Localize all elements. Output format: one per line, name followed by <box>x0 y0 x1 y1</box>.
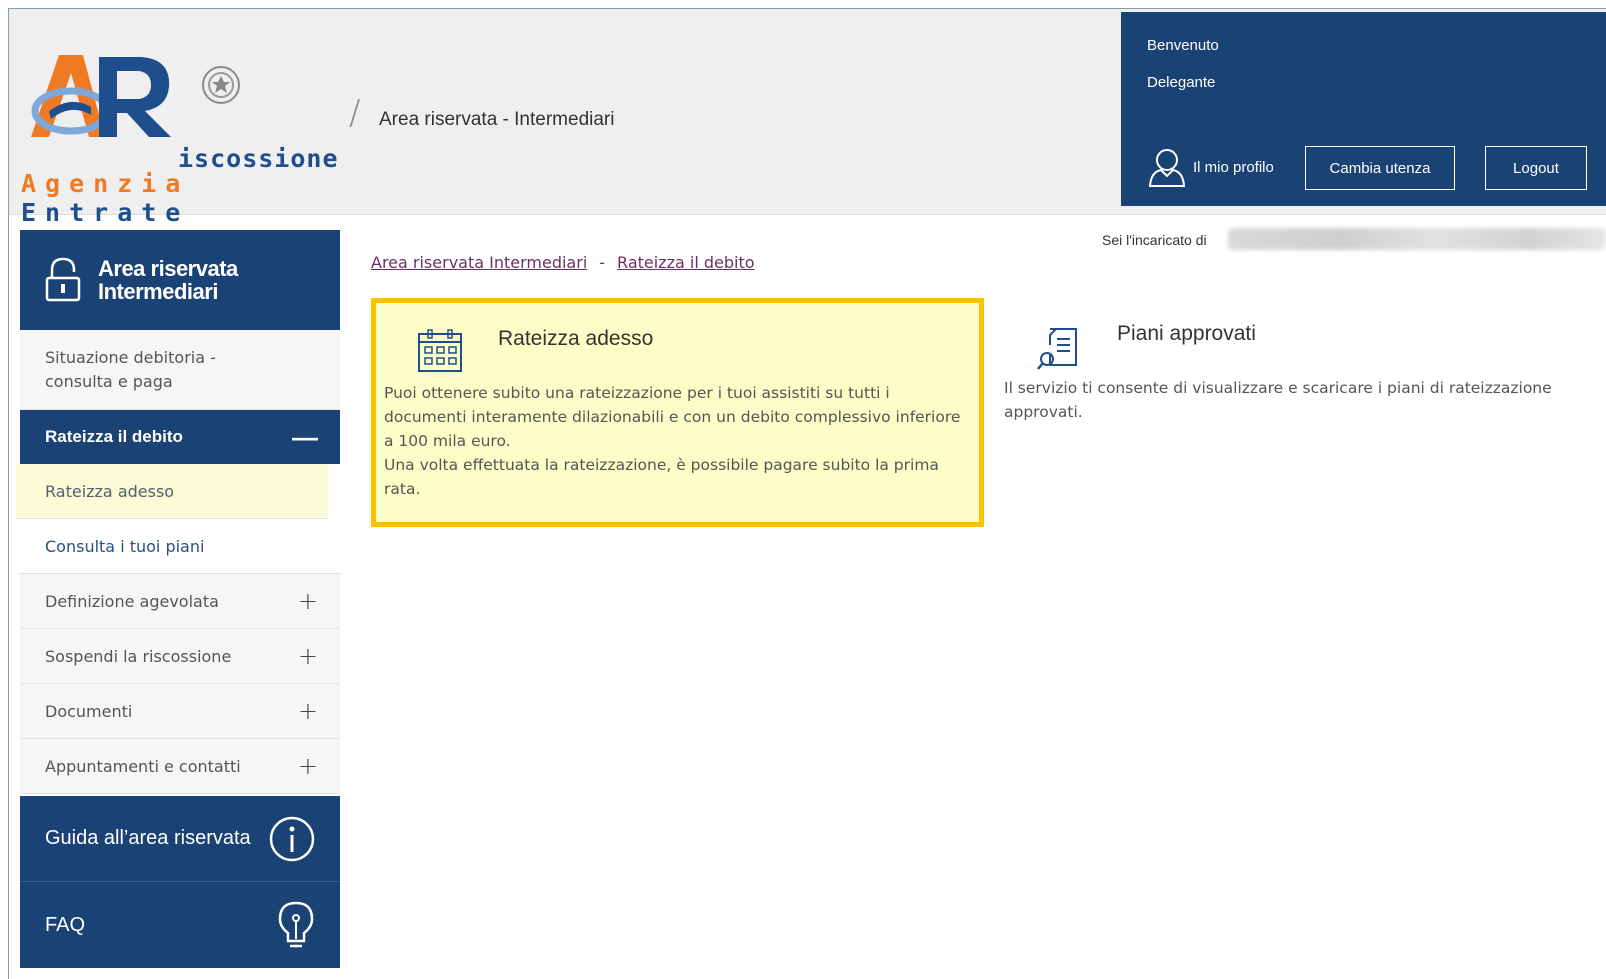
sidebar-faq-link[interactable]: FAQ <box>20 882 340 968</box>
lightbulb-icon <box>278 901 314 948</box>
redacted-assigned-value <box>1228 228 1606 250</box>
sidebar-title-line2: Intermediari <box>98 279 218 304</box>
my-profile-link[interactable]: Il mio profilo <box>1147 146 1274 188</box>
card-title[interactable]: Rateizza adesso <box>498 327 653 351</box>
my-profile-label: Il mio profilo <box>1193 158 1274 176</box>
sidebar-item-rateizza-debito[interactable]: Rateizza il debito — <box>20 410 340 464</box>
ader-logo[interactable]: iscossione Agenzia Entrate <box>21 45 341 227</box>
sidebar-item-documenti[interactable]: Documenti + <box>20 684 340 739</box>
sidebar-item-label: Documenti <box>45 701 133 721</box>
expand-icon[interactable]: + <box>298 642 318 670</box>
sidebar-title: Area riservata Intermediari <box>98 257 238 303</box>
user-icon <box>1148 149 1186 187</box>
logo-text-agenzia-entrate: Agenzia Entrate <box>21 169 341 227</box>
sidebar-guide-label: Guida all’area riservata <box>45 827 251 849</box>
sidebar-item-label-line1: Situazione debitoria - <box>45 347 216 367</box>
user-role: Delegante <box>1147 74 1216 91</box>
sidebar-item-label: Definizione agevolata <box>45 591 219 611</box>
sidebar-item-label: Sospendi la riscossione <box>45 646 232 666</box>
sidebar-item-label: Consulta i tuoi piani <box>45 536 205 556</box>
expand-icon[interactable]: + <box>298 752 318 780</box>
card-description-line: approvati. <box>1004 403 1083 421</box>
document-search-icon <box>1037 328 1077 370</box>
breadcrumb-link-home[interactable]: Area riservata Intermediari <box>371 253 587 272</box>
card-description-line: documenti interamente dilazionabili e co… <box>384 408 961 426</box>
logout-button[interactable]: Logout <box>1485 146 1587 190</box>
card-description-line: Il servizio ti consente di visualizzare … <box>1004 379 1552 397</box>
sidebar-item-definizione-agevolata[interactable]: Definizione agevolata + <box>20 574 340 629</box>
logo-text-entrate: Entrate <box>21 198 190 227</box>
expand-icon[interactable]: + <box>298 587 318 615</box>
breadcrumb-link-current[interactable]: Rateizza il debito <box>617 253 754 272</box>
logo-text-agenzia: Agenzia <box>21 169 190 198</box>
lock-icon <box>45 257 81 302</box>
expand-icon[interactable]: + <box>298 697 318 725</box>
sidebar-item-label: Situazione debitoria - consulta e paga <box>45 346 216 394</box>
sidebar-item-sospendi-riscossione[interactable]: Sospendi la riscossione + <box>20 629 340 684</box>
switch-user-button[interactable]: Cambia utenza <box>1305 146 1455 190</box>
card-description-line: rata. <box>384 480 421 498</box>
title-separator: / <box>349 93 361 133</box>
sidebar-subitem-consulta-piani[interactable]: Consulta i tuoi piani <box>20 519 340 574</box>
card-title[interactable]: Piani approvati <box>1117 322 1256 346</box>
sidebar-header[interactable]: Area riservata Intermediari <box>20 230 340 330</box>
card-description: Il servizio ti consente di visualizzare … <box>1004 376 1594 424</box>
sidebar-subitem-rateizza-adesso[interactable]: Rateizza adesso <box>16 464 328 519</box>
card-description-line: Una volta effettuata la rateizzazione, è… <box>384 456 939 474</box>
breadcrumb-separator: - <box>599 253 606 272</box>
welcome-text: Benvenuto <box>1147 37 1219 54</box>
sidebar: Area riservata Intermediari Situazione d… <box>16 230 340 968</box>
card-description-line: a 100 mila euro. <box>384 432 511 450</box>
sidebar-item-label: Rateizza adesso <box>45 481 175 501</box>
page-area-title: Area riservata - Intermediari <box>379 109 615 130</box>
card-description: Puoi ottenere subito una rateizzazione p… <box>384 381 984 501</box>
user-panel: Benvenuto Delegante Il mio profilo Cambi… <box>1121 12 1606 206</box>
assigned-label: Sei l'incaricato di <box>1102 232 1207 248</box>
sidebar-title-line1: Area riservata <box>98 256 238 281</box>
breadcrumb: Area riservata Intermediari - Rateizza i… <box>371 253 755 272</box>
sidebar-item-label: Appuntamenti e contatti <box>45 756 241 776</box>
card-rateizza-adesso[interactable]: Rateizza adesso Puoi ottenere subito una… <box>371 298 984 527</box>
sidebar-item-label-line2: consulta e paga <box>45 371 173 391</box>
sidebar-item-label: Rateizza il debito <box>45 427 183 446</box>
sidebar-item-appuntamenti-contatti[interactable]: Appuntamenti e contatti + <box>20 739 340 794</box>
info-icon <box>269 816 315 861</box>
sidebar-guide-link[interactable]: Guida all’area riservata <box>20 796 340 882</box>
card-description-line: Puoi ottenere subito una rateizzazione p… <box>384 384 890 402</box>
card-piani-approvati[interactable]: Piani approvati Il servizio ti consente … <box>1004 300 1594 440</box>
collapse-icon[interactable]: — <box>292 422 318 453</box>
sidebar-faq-label: FAQ <box>45 913 86 936</box>
sidebar-item-situazione-debitoria[interactable]: Situazione debitoria - consulta e paga <box>20 330 340 410</box>
calendar-icon <box>418 329 462 372</box>
